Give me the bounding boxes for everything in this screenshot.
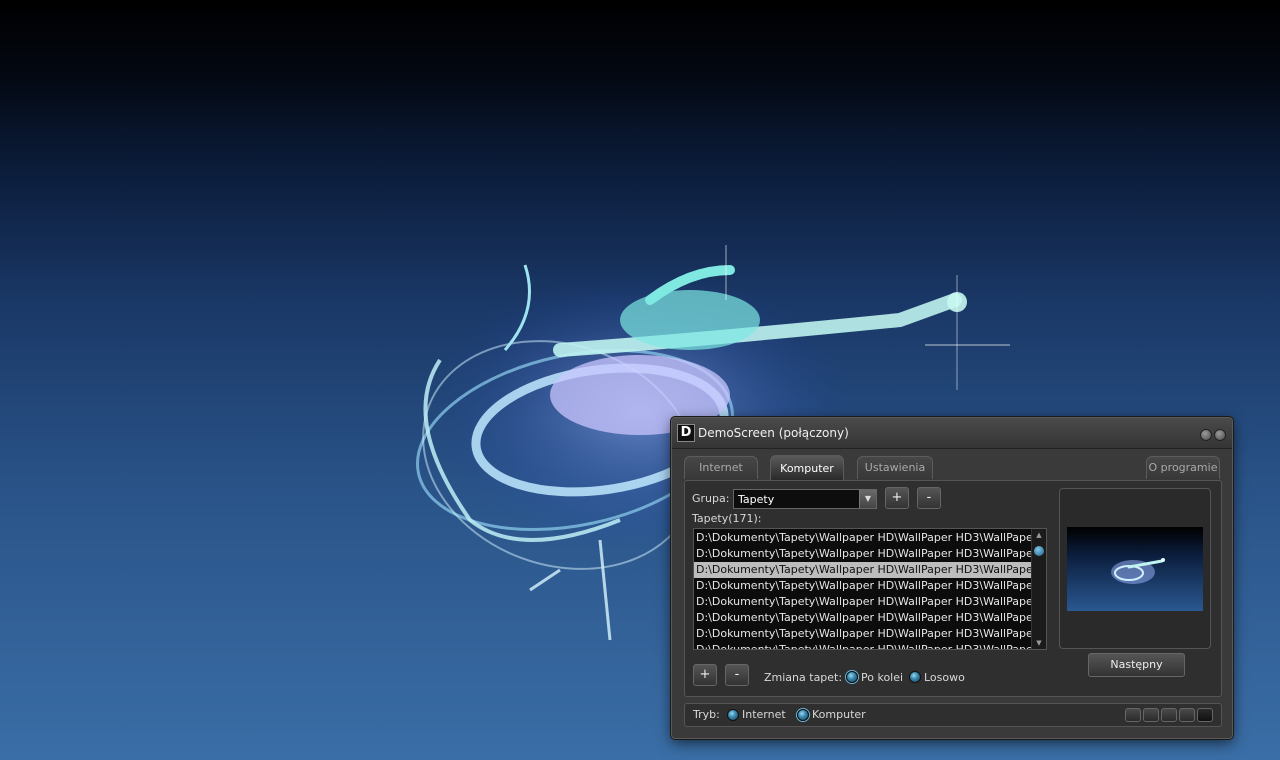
radio-mode-internet-label[interactable]: Internet (742, 708, 786, 721)
status-button-4[interactable] (1179, 708, 1195, 722)
mode-label: Tryb: (693, 708, 720, 721)
group-select[interactable]: Tapety ▼ (733, 489, 877, 509)
minimize-button[interactable] (1200, 429, 1212, 441)
radio-mode-komputer-label[interactable]: Komputer (812, 708, 866, 721)
wallpaper-preview (1059, 488, 1211, 649)
window-title: DemoScreen (połączony) (698, 426, 849, 440)
status-button-1[interactable] (1125, 708, 1141, 722)
list-item[interactable]: D:\Dokumenty\Tapety\Wallpaper HD\WallPap… (694, 642, 1032, 649)
list-item[interactable]: D:\Dokumenty\Tapety\Wallpaper HD\WallPap… (694, 530, 1032, 546)
group-label: Grupa: (692, 492, 730, 505)
chevron-down-icon[interactable]: ▼ (859, 490, 876, 508)
change-mode-label: Zmiana tapet: (764, 671, 843, 684)
tab-bar: Internet Komputer Ustawienia O programie (684, 455, 1220, 480)
list-item[interactable]: D:\Dokumenty\Tapety\Wallpaper HD\WallPap… (694, 546, 1032, 562)
scroll-up-icon[interactable]: ▲ (1032, 529, 1046, 541)
preview-image (1067, 527, 1203, 611)
list-item[interactable]: D:\Dokumenty\Tapety\Wallpaper HD\WallPap… (694, 578, 1032, 594)
status-button-3[interactable] (1161, 708, 1177, 722)
status-button-2[interactable] (1143, 708, 1159, 722)
radio-mode-internet[interactable] (727, 709, 739, 721)
tab-komputer[interactable]: Komputer (770, 455, 844, 480)
tab-ustawienia[interactable]: Ustawienia (857, 456, 933, 479)
scroll-down-icon[interactable]: ▼ (1032, 637, 1046, 649)
computer-panel: Grupa: Tapety ▼ + - Tapety(171): D:\Doku… (684, 480, 1222, 697)
list-item[interactable]: D:\Dokumenty\Tapety\Wallpaper HD\WallPap… (694, 610, 1032, 626)
close-button[interactable] (1214, 429, 1226, 441)
group-selected-value: Tapety (738, 493, 775, 506)
list-scrollbar[interactable]: ▲ ▼ (1031, 529, 1046, 649)
radio-po-kolei[interactable] (846, 671, 858, 683)
app-window: D DemoScreen (połączony) Internet Komput… (671, 417, 1233, 739)
tab-o-programie[interactable]: O programie (1146, 456, 1220, 479)
status-button-5[interactable] (1197, 708, 1213, 722)
mode-bar: Tryb: Internet Komputer (684, 703, 1222, 727)
add-wallpaper-button[interactable]: + (693, 664, 717, 686)
list-item[interactable]: D:\Dokumenty\Tapety\Wallpaper HD\WallPap… (694, 594, 1032, 610)
tab-internet[interactable]: Internet (684, 456, 758, 479)
radio-po-kolei-label[interactable]: Po kolei (861, 671, 903, 684)
remove-wallpaper-button[interactable]: - (725, 664, 749, 686)
remove-group-button[interactable]: - (917, 487, 941, 509)
radio-losowo-label[interactable]: Losowo (924, 671, 965, 684)
add-group-button[interactable]: + (885, 487, 909, 509)
app-logo-icon: D (677, 424, 695, 442)
list-item[interactable]: D:\Dokumenty\Tapety\Wallpaper HD\WallPap… (694, 626, 1032, 642)
scrollbar-thumb[interactable] (1034, 546, 1044, 556)
list-item-selected[interactable]: D:\Dokumenty\Tapety\Wallpaper HD\WallPap… (694, 562, 1032, 578)
wallpaper-list[interactable]: D:\Dokumenty\Tapety\Wallpaper HD\WallPap… (693, 528, 1047, 650)
radio-losowo[interactable] (909, 671, 921, 683)
radio-mode-komputer[interactable] (797, 709, 809, 721)
wallpaper-list-header: Tapety(171): (692, 512, 762, 525)
next-wallpaper-button[interactable]: Następny (1088, 653, 1185, 677)
title-bar[interactable]: D DemoScreen (połączony) (672, 418, 1232, 449)
